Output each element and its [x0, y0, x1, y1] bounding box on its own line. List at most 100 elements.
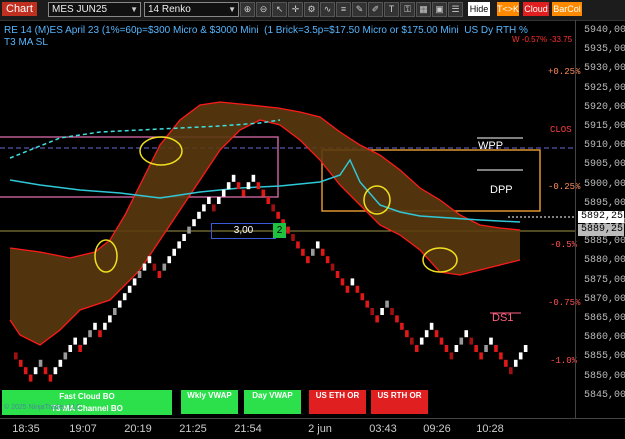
- chart-menu-button[interactable]: Chart: [2, 2, 37, 16]
- day-vwap-button[interactable]: Day VWAP: [244, 390, 301, 414]
- wpp-label: WPP: [478, 140, 504, 152]
- renko-brick: [98, 330, 102, 338]
- renko-brick: [499, 352, 503, 360]
- renko-brick: [38, 359, 43, 367]
- zoom-out-icon[interactable]: ⊖: [256, 2, 271, 17]
- renko-brick: [449, 352, 454, 360]
- renko-brick: [103, 322, 107, 330]
- x-tick-label: 18:35: [12, 423, 40, 435]
- x-tick-label: 21:54: [234, 423, 262, 435]
- barcol-button[interactable]: BarCol: [552, 2, 582, 16]
- renko-brick: [142, 263, 147, 271]
- y-tick-label: 5940,00: [584, 25, 625, 36]
- y-tick-label: 5845,00: [584, 389, 625, 401]
- renko-brick: [523, 345, 528, 352]
- hide-button[interactable]: Hide: [468, 2, 490, 16]
- y-tick-label: 5865,00: [584, 313, 625, 324]
- indicator-icon[interactable]: ∿: [320, 2, 335, 17]
- renko-brick: [88, 330, 92, 338]
- lock-icon[interactable]: ⚿: [400, 2, 415, 17]
- pct-label-minus05: -0.5%: [550, 240, 578, 250]
- renko-brick: [360, 293, 365, 301]
- x-tick-label: 20:19: [124, 423, 152, 435]
- renko-brick: [439, 337, 444, 345]
- renko-brick: [108, 315, 112, 323]
- renko-brick: [28, 374, 33, 382]
- chevron-down-icon: ▼: [228, 5, 236, 14]
- instrument-select[interactable]: MES JUN25 ▼: [48, 2, 141, 17]
- renko-brick: [14, 352, 18, 360]
- time-axis[interactable]: 18:35 19:07 20:19 21:25 21:54 2 jun 03:43 09:26…: [0, 418, 625, 439]
- y-tick-label: 5870,00: [584, 293, 625, 305]
- renko-brick: [18, 359, 23, 367]
- y-tick-label: 5875,00: [584, 274, 625, 286]
- renko-brick: [246, 182, 251, 190]
- renko-brick: [162, 263, 167, 271]
- y-tick-label: 5935,00: [584, 44, 625, 56]
- ds1-label: DS1: [492, 312, 514, 324]
- tk-button[interactable]: T<>K: [497, 2, 519, 16]
- cloud-button[interactable]: Cloud: [523, 2, 549, 16]
- zoom-in-icon[interactable]: ⊕: [240, 2, 255, 17]
- y-tick-label: 5860,00: [584, 332, 625, 344]
- renko-brick: [251, 174, 256, 182]
- pencil-icon[interactable]: ✐: [368, 2, 383, 17]
- screenshot-icon[interactable]: ▣: [432, 2, 447, 17]
- renko-brick: [197, 211, 201, 219]
- renko-brick: [518, 352, 523, 360]
- price-axis[interactable]: 5940,00 5935,00 5930,00 5925,00 5920,00 5915,…: [575, 20, 625, 418]
- renko-brick: [355, 285, 360, 293]
- title-line-2: T3 MA SL: [4, 37, 48, 48]
- us-rth-or-button[interactable]: US RTH OR: [371, 390, 428, 414]
- pointer-icon[interactable]: ↖: [272, 2, 287, 17]
- weekly-change-label: W -0.57% -33.75: [512, 35, 573, 44]
- renko-brick: [33, 367, 38, 375]
- renko-brick: [236, 182, 241, 190]
- fast-cloud-bo-button[interactable]: Fast Cloud BO: [2, 390, 172, 403]
- price-chart[interactable]: [0, 20, 575, 418]
- last-price-tag: 5892,25: [578, 211, 624, 223]
- renko-brick: [345, 285, 350, 293]
- renko-brick: [192, 219, 196, 227]
- y-tick-label: 5925,00: [584, 82, 625, 94]
- renko-brick: [375, 315, 379, 323]
- renko-brick: [429, 322, 434, 330]
- renko-brick: [410, 337, 414, 345]
- renko-brick: [182, 234, 186, 241]
- renko-brick: [172, 248, 176, 256]
- y-tick-label: 5895,00: [584, 197, 625, 209]
- renko-brick: [231, 174, 236, 182]
- drawing-tool-icon[interactable]: ✎: [352, 2, 367, 17]
- renko-brick: [271, 204, 275, 212]
- crosshair-icon[interactable]: ✛: [288, 2, 303, 17]
- properties-icon[interactable]: ⚙: [304, 2, 319, 17]
- renko-brick: [296, 241, 300, 249]
- copyright-text: © 2025 NinjaTrader, LLC: [4, 404, 82, 411]
- renko-brick: [207, 197, 211, 204]
- renko-brick: [301, 248, 305, 256]
- chevron-down-icon: ▼: [130, 5, 138, 14]
- grid-icon[interactable]: ▦: [416, 2, 431, 17]
- y-tick-label: 5910,00: [584, 140, 625, 152]
- renko-brick: [434, 330, 439, 338]
- bar-type-select[interactable]: 14 Renko ▼: [144, 2, 239, 17]
- renko-brick: [256, 182, 261, 190]
- renko-brick: [320, 248, 325, 256]
- renko-brick: [48, 374, 53, 382]
- renko-brick: [370, 308, 374, 315]
- renko-brick: [484, 345, 488, 352]
- renko-brick: [241, 189, 246, 197]
- renko-brick: [177, 241, 181, 249]
- strategy-icon[interactable]: ≡: [336, 2, 351, 17]
- renko-brick: [350, 278, 355, 286]
- menu-icon[interactable]: ☰: [448, 2, 463, 17]
- renko-brick: [494, 345, 498, 352]
- wkly-vwap-button[interactable]: Wkly VWAP: [181, 390, 238, 414]
- toolbar: Chart MES JUN25 ▼ 14 Renko ▼ ⊕ ⊖ ↖ ✛ ⚙ ∿…: [0, 0, 625, 21]
- renko-brick: [152, 263, 157, 271]
- renko-brick: [400, 322, 404, 330]
- renko-brick: [202, 204, 206, 212]
- us-eth-or-button[interactable]: US ETH OR: [309, 390, 366, 414]
- text-icon[interactable]: T: [384, 2, 399, 17]
- renko-brick: [286, 226, 290, 234]
